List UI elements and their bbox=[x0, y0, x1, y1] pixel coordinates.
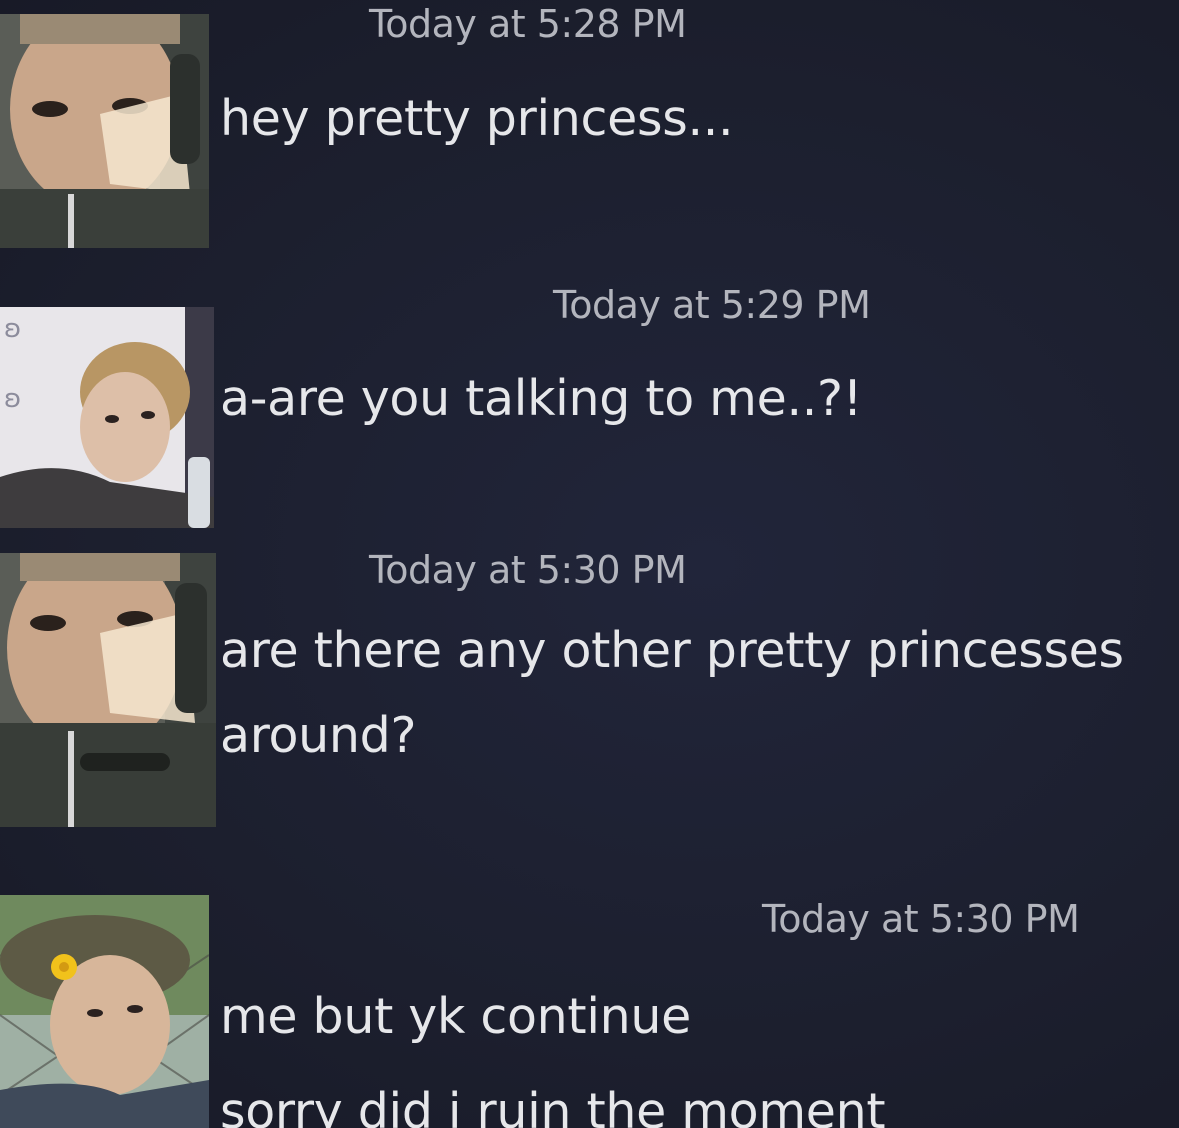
message-text: are there any other pretty princesses bbox=[220, 622, 1124, 679]
svg-text:ʚ: ʚ bbox=[4, 384, 21, 414]
message-text: a-are you talking to me..?! bbox=[220, 370, 863, 427]
message-text: around? bbox=[220, 707, 417, 764]
user-avatar-2[interactable]: ʚ ʚ bbox=[0, 307, 214, 528]
message-text: hey pretty princess... bbox=[220, 90, 734, 147]
message-text: me but yk continue bbox=[220, 988, 692, 1045]
message-text: sorry did i ruin the moment bbox=[220, 1083, 886, 1128]
message-timestamp: Today at 5:29 PM bbox=[553, 283, 871, 327]
user-avatar-3[interactable] bbox=[0, 553, 216, 827]
avatar-photo-helmet-headset-icon bbox=[0, 553, 216, 827]
user-avatar-4[interactable] bbox=[0, 895, 209, 1128]
message-timestamp: Today at 5:30 PM bbox=[369, 548, 687, 592]
chat-screen: Today at 5:28 PM hey pretty princess... … bbox=[0, 0, 1179, 1128]
svg-text:ʚ: ʚ bbox=[4, 314, 21, 344]
user-avatar-1[interactable] bbox=[0, 14, 209, 248]
message-timestamp: Today at 5:30 PM bbox=[762, 897, 1080, 941]
avatar-photo-helmet-headset-icon bbox=[0, 14, 209, 248]
avatar-photo-blond-jacket-icon: ʚ ʚ bbox=[0, 307, 214, 528]
avatar-photo-cap-flower-icon bbox=[0, 895, 209, 1128]
message-timestamp: Today at 5:28 PM bbox=[369, 2, 687, 46]
